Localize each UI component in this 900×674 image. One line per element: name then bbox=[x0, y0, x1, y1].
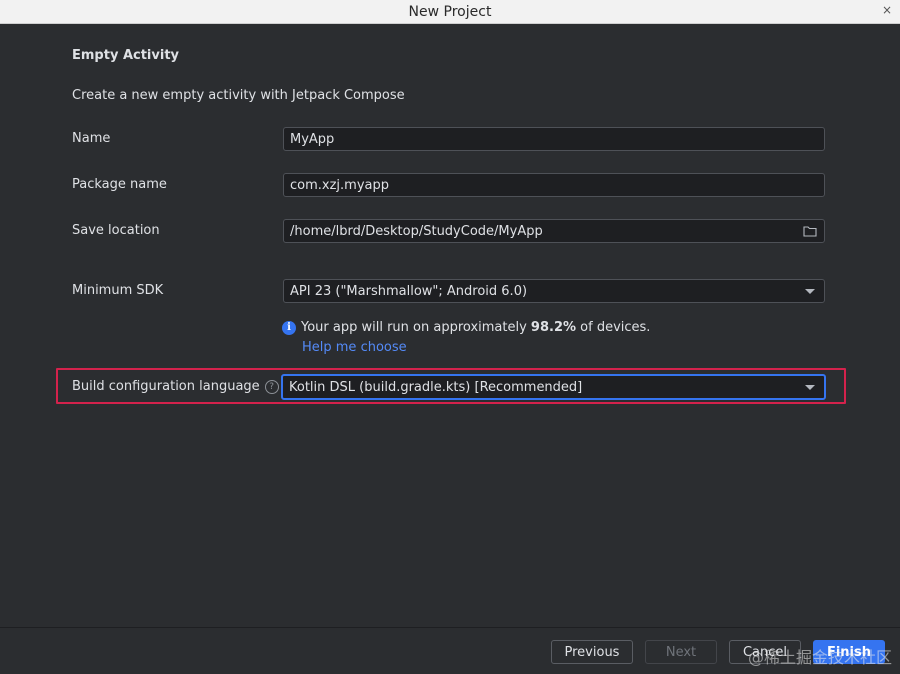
template-heading: Empty Activity bbox=[72, 48, 180, 63]
help-me-choose-link[interactable]: Help me choose bbox=[302, 340, 407, 355]
window-title: New Project bbox=[408, 3, 492, 20]
package-name-label: Package name bbox=[72, 177, 167, 192]
finish-button[interactable]: Finish bbox=[813, 640, 885, 664]
build-language-value: Kotlin DSL (build.gradle.kts) [Recommend… bbox=[289, 379, 583, 395]
chevron-down-icon bbox=[802, 284, 818, 298]
info-suffix: of devices. bbox=[576, 320, 651, 335]
close-icon[interactable]: × bbox=[882, 3, 892, 17]
dialog-footer: Previous Next Cancel Finish bbox=[0, 627, 900, 674]
package-name-value: com.xzj.myapp bbox=[290, 177, 389, 193]
package-name-field[interactable]: com.xzj.myapp bbox=[283, 173, 825, 197]
previous-button[interactable]: Previous bbox=[551, 640, 633, 664]
minimum-sdk-label: Minimum SDK bbox=[72, 283, 164, 298]
cancel-button[interactable]: Cancel bbox=[729, 640, 801, 664]
minimum-sdk-dropdown[interactable]: API 23 ("Marshmallow"; Android 6.0) bbox=[283, 279, 825, 303]
name-field[interactable]: MyApp bbox=[283, 127, 825, 151]
help-icon[interactable]: ? bbox=[264, 379, 279, 394]
folder-icon[interactable] bbox=[802, 224, 818, 238]
build-language-dropdown[interactable]: Kotlin DSL (build.gradle.kts) [Recommend… bbox=[281, 374, 826, 400]
save-location-label: Save location bbox=[72, 223, 160, 238]
chevron-down-icon bbox=[802, 380, 818, 394]
build-language-label-text: Build configuration language bbox=[72, 379, 260, 394]
dialog-content: Empty Activity Create a new empty activi… bbox=[0, 24, 900, 627]
save-location-field[interactable]: /home/lbrd/Desktop/StudyCode/MyApp bbox=[283, 219, 825, 243]
template-description: Create a new empty activity with Jetpack… bbox=[72, 88, 405, 103]
save-location-value: /home/lbrd/Desktop/StudyCode/MyApp bbox=[290, 223, 543, 239]
info-prefix: Your app will run on approximately bbox=[301, 320, 531, 335]
next-button[interactable]: Next bbox=[645, 640, 717, 664]
minimum-sdk-value: API 23 ("Marshmallow"; Android 6.0) bbox=[290, 283, 528, 299]
name-value: MyApp bbox=[290, 131, 335, 147]
info-percent: 98.2% bbox=[530, 320, 577, 335]
info-icon: i bbox=[282, 320, 296, 335]
name-label: Name bbox=[72, 131, 111, 146]
device-coverage-info: i Your app will run on approximately 98.… bbox=[282, 320, 650, 335]
title-bar: New Project × bbox=[0, 0, 900, 24]
build-language-label: Build configuration language? bbox=[72, 379, 279, 394]
